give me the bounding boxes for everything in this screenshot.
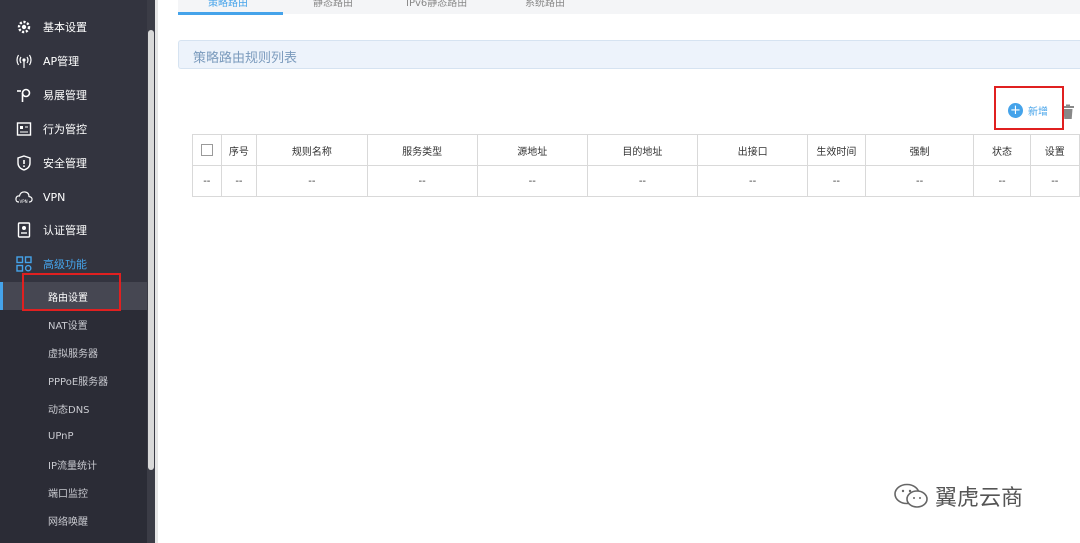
- tab-bar: 策略路由 静态路由 IPv6静态路由 系统路由: [178, 0, 1080, 14]
- active-tab-indicator: [178, 12, 283, 15]
- sub-item-wake-on-lan[interactable]: 网络唤醒: [0, 506, 147, 534]
- sidebar-scrollbar[interactable]: [147, 0, 155, 543]
- col-header: 状态: [973, 134, 1031, 166]
- sidebar: 基本设置 AP管理 易展管理 行为管控 安全管理 VPN VPN 认证管理 高级…: [0, 0, 147, 543]
- col-header: 强制: [864, 134, 975, 166]
- table-cell: --: [807, 165, 866, 197]
- table-row: -- -- -- -- -- -- -- -- -- -- --: [192, 165, 1080, 197]
- tab-ipv6-static-route[interactable]: IPv6静态路由: [406, 0, 467, 9]
- table-cell: --: [973, 165, 1031, 197]
- sub-item-ddns[interactable]: 动态DNS: [0, 394, 147, 422]
- highlight-box-routing: [22, 273, 121, 311]
- sub-item-label: IP流量统计: [48, 460, 97, 472]
- sub-item-nat[interactable]: NAT设置: [0, 310, 147, 338]
- scrollbar-thumb[interactable]: [148, 30, 154, 470]
- sidebar-item-ap-management[interactable]: AP管理: [0, 44, 147, 78]
- col-header: 服务类型: [366, 134, 478, 166]
- gear-icon: [15, 18, 33, 36]
- sidebar-footer: [0, 534, 147, 543]
- sidebar-item-label: 高级功能: [43, 258, 87, 271]
- sidebar-item-vpn[interactable]: VPN VPN: [0, 180, 147, 214]
- col-header: 设置: [1029, 134, 1080, 166]
- tab-policy-route[interactable]: 策略路由: [208, 0, 248, 9]
- sidebar-item-label: 认证管理: [43, 224, 87, 237]
- sub-item-pppoe-server[interactable]: PPPoE服务器: [0, 366, 147, 394]
- auth-badge-icon: [15, 221, 33, 239]
- col-header: 目的地址: [586, 134, 699, 166]
- table-cell: --: [586, 165, 699, 197]
- table-cell: --: [864, 165, 975, 197]
- svg-text:VPN: VPN: [20, 199, 28, 204]
- sidebar-item-behavior-control[interactable]: 行为管控: [0, 112, 147, 146]
- panel-header: 策略路由规则列表: [178, 40, 1080, 69]
- sidebar-item-label: 基本设置: [43, 21, 87, 34]
- sub-item-label: 动态DNS: [48, 404, 90, 416]
- col-header: 序号: [220, 134, 258, 166]
- vpn-cloud-icon: VPN: [15, 188, 33, 206]
- behavior-control-icon: [15, 120, 33, 138]
- sidebar-item-basic-settings[interactable]: 基本设置: [0, 10, 147, 44]
- watermark-text: 翼虎云商: [935, 486, 1024, 511]
- wechat-logo-icon: [894, 483, 928, 508]
- sub-item-ip-traffic[interactable]: IP流量统计: [0, 450, 147, 478]
- table-cell: --: [192, 165, 222, 197]
- table-cell: --: [256, 165, 368, 197]
- sidebar-item-auth-management[interactable]: 认证管理: [0, 213, 147, 247]
- table-cell: --: [1029, 165, 1080, 197]
- sidebar-item-easy-expand[interactable]: 易展管理: [0, 78, 147, 112]
- sub-item-label: UPnP: [48, 430, 74, 442]
- tab-system-route[interactable]: 系统路由: [525, 0, 565, 9]
- table-cell: --: [476, 165, 588, 197]
- table-cell: --: [697, 165, 809, 197]
- table-cell: --: [366, 165, 478, 197]
- watermark: 翼虎云商: [893, 480, 1023, 512]
- sidebar-item-label: AP管理: [43, 55, 80, 68]
- top-menu-icon: [15, 0, 29, 3]
- table-cell: --: [220, 165, 258, 197]
- rules-table: 序号 规则名称 服务类型 源地址 目的地址 出接口 生效时间 强制 状态 设置 …: [192, 134, 1080, 197]
- panel-title: 策略路由规则列表: [193, 51, 298, 66]
- easy-expand-icon: [15, 86, 33, 104]
- sub-item-label: 虚拟服务器: [48, 348, 98, 360]
- sub-item-upnp[interactable]: UPnP: [0, 422, 147, 450]
- col-header: 生效时间: [807, 134, 866, 166]
- table-header-row: 序号 规则名称 服务类型 源地址 目的地址 出接口 生效时间 强制 状态 设置: [192, 134, 1080, 166]
- select-all-checkbox[interactable]: [200, 144, 213, 156]
- sidebar-item-label: 行为管控: [43, 123, 87, 136]
- sidebar-item-label: 易展管理: [43, 89, 87, 102]
- sub-item-port-monitor[interactable]: 端口监控: [0, 478, 147, 506]
- wireless-ap-icon: [15, 52, 33, 70]
- sub-item-label: NAT设置: [48, 320, 88, 332]
- sub-item-virtual-server[interactable]: 虚拟服务器: [0, 338, 147, 366]
- shield-icon: [15, 154, 33, 172]
- select-all-cell[interactable]: [192, 134, 222, 166]
- sidebar-item-label: 安全管理: [43, 157, 87, 170]
- col-header: 规则名称: [256, 134, 368, 166]
- highlight-box-add: [994, 86, 1064, 130]
- grid-gear-icon: [15, 255, 33, 273]
- sidebar-item-label: VPN: [43, 190, 66, 204]
- sub-item-label: PPPoE服务器: [48, 376, 109, 388]
- sub-item-label: 网络唤醒: [48, 516, 88, 528]
- col-header: 出接口: [697, 134, 809, 166]
- sidebar-item-security[interactable]: 安全管理: [0, 146, 147, 180]
- sub-item-label: 端口监控: [48, 488, 88, 500]
- col-header: 源地址: [476, 134, 588, 166]
- sidebar-divider: [155, 0, 158, 543]
- tab-static-route[interactable]: 静态路由: [313, 0, 353, 9]
